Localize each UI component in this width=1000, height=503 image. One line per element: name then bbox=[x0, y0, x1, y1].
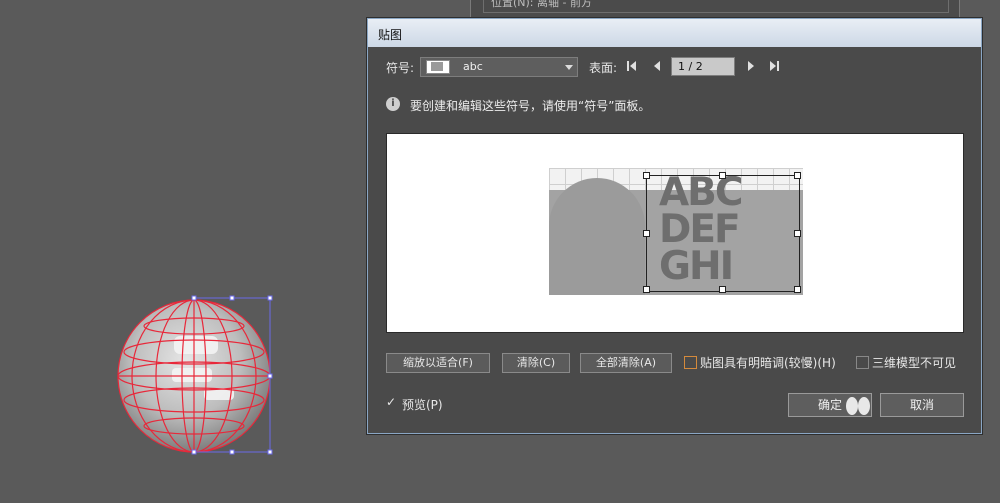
clear-all-button[interactable]: 全部清除(A) bbox=[580, 353, 672, 373]
resize-handle[interactable] bbox=[719, 286, 726, 293]
dialog-titlebar[interactable]: 贴图 bbox=[368, 19, 981, 47]
symbol-dropdown[interactable]: abc bbox=[420, 57, 578, 77]
invisible-geometry-label: 三维模型不可见 bbox=[872, 356, 957, 370]
resize-handle[interactable] bbox=[719, 172, 726, 179]
info-message: i 要创建和编辑这些符号，请使用“符号”面板。 bbox=[386, 97, 926, 113]
3d-sphere-object[interactable] bbox=[112, 292, 284, 456]
resize-handle[interactable] bbox=[643, 286, 650, 293]
invisible-geometry-checkbox[interactable] bbox=[856, 356, 869, 369]
map-art-dialog: 贴图 符号: abc 表面: 1 / 2 i 要创建和编辑这些符号，请使用“符号… bbox=[367, 18, 982, 434]
first-surface-icon[interactable] bbox=[626, 60, 638, 72]
info-text: 要创建和编辑这些符号，请使用“符号”面板。 bbox=[410, 99, 651, 113]
dropdown-arrow-icon bbox=[565, 65, 573, 70]
cancel-button[interactable]: 取消 bbox=[880, 393, 964, 417]
next-surface-icon[interactable] bbox=[745, 60, 757, 72]
position-label: 位置(N): 离轴 - 前方 bbox=[491, 0, 592, 9]
resize-handle[interactable] bbox=[643, 230, 650, 237]
resize-handle[interactable] bbox=[794, 230, 801, 237]
surface-map-artwork: ABC DEF GHI bbox=[549, 168, 803, 295]
surface-field[interactable]: 1 / 2 bbox=[671, 57, 735, 76]
symbol-thumbnail bbox=[426, 60, 450, 74]
resize-handle[interactable] bbox=[794, 172, 801, 179]
symbol-value: abc bbox=[463, 60, 483, 73]
shade-artwork-label: 贴图具有明暗调(较慢)(H) bbox=[700, 356, 836, 370]
resize-handle[interactable] bbox=[794, 286, 801, 293]
surface-label: 表面: bbox=[589, 61, 618, 75]
symbol-bounding-box[interactable] bbox=[643, 172, 801, 293]
surface-preview-area[interactable]: ABC DEF GHI bbox=[386, 133, 964, 333]
shade-artwork-checkbox[interactable] bbox=[684, 356, 697, 369]
resize-handle[interactable] bbox=[643, 172, 650, 179]
last-surface-icon[interactable] bbox=[768, 60, 780, 72]
preview-checkbox[interactable]: ✓ bbox=[386, 395, 396, 409]
info-icon: i bbox=[386, 97, 400, 111]
preview-label: 预览(P) bbox=[402, 398, 443, 412]
symbol-surface-row: 符号: abc 表面: 1 / 2 bbox=[368, 57, 981, 77]
dialog-title: 贴图 bbox=[378, 28, 403, 42]
clear-button[interactable]: 清除(C) bbox=[502, 353, 570, 373]
surface-shading-region bbox=[549, 178, 645, 295]
cursor-artifact bbox=[846, 397, 870, 415]
background-3d-options-panel: 位置(N): 离轴 - 前方 bbox=[470, 0, 960, 19]
prev-surface-icon[interactable] bbox=[651, 60, 663, 72]
scale-to-fit-button[interactable]: 缩放以适合(F) bbox=[386, 353, 490, 373]
surface-value: 1 / 2 bbox=[678, 60, 703, 73]
symbol-label: 符号: bbox=[386, 61, 415, 75]
